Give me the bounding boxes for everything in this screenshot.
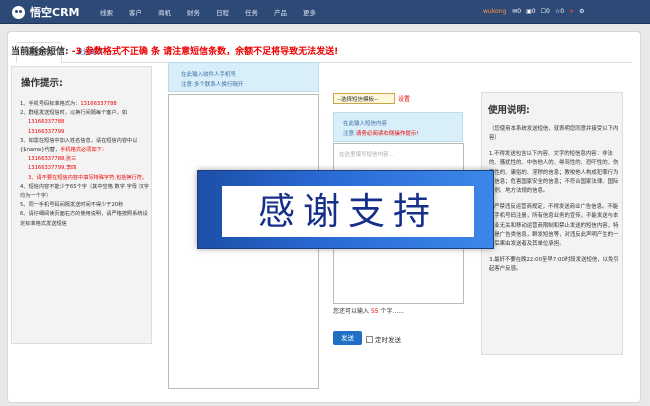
nav-item-schedule[interactable]: 日程 [216,7,229,17]
message-placeholder: 在这里填写短信内容... [339,152,394,158]
top-nav-bar: 悟空CRM 线索 客户 商机 财务 日程 任务 产品 更多 wukong ✉0 … [0,0,650,24]
content-hint-line2: 注意:请务必阅读右侧操作提示! [343,129,419,137]
tips-line: 4、短信内容不能少于65个字（其中空格 数字 字母 汉字均为一个字） [20,183,150,201]
tips-line-text: 5、同一手机号码间隔发送时间不得少于20秒 [20,202,124,209]
star-count: 0 [560,8,565,15]
message-count: 0 [517,8,522,15]
recipients-hint-line2: 注意:多个联系人换行隔开 [181,82,244,88]
sms-balance-warning: -3 参数格式不正确 条 请注意短信条数，余额不足将导致无法发送! [71,47,339,57]
thanks-overlay-banner: 感谢支持 [197,170,494,249]
usage-instructions-panel: 使用说明: （您使用本系统发送短信，就表明您同意并接受以下内容） 1.不得发送包含… [481,92,623,355]
char-count-suffix: 个字...... [380,308,404,315]
recipients-hint-line1: 在此输入收件人手机号 [181,72,237,78]
recipients-hint: 在此输入收件人手机号 注意:多个联系人换行隔开 [168,62,319,92]
usage-paragraph: 1.不得发送包含以下内容、文字的短信息内容：非法的、骚扰性的、中伤他人的、辱骂性… [489,150,619,195]
timed-send-checkbox[interactable] [366,335,373,343]
sms-balance-label: 当前剩余短信: [11,47,69,57]
usage-title: 使用说明: [488,105,530,116]
nav-item-customers[interactable]: 客户 [129,7,142,17]
tips-line-highlight: 13166337788 [80,101,117,107]
tips-title: 操作提示: [21,78,63,89]
tips-line-text: 6、请仔细阅读页面右方的使用说明，请严格按照系统设定标准格式发送短信 [20,211,148,227]
tips-line-highlight: 13166337799,李四 [28,165,77,172]
nav-item-more[interactable]: 更多 [303,7,316,17]
tips-line: 3、请不要在短信内容中填写特殊字符,包括换行符。 [20,174,150,183]
monkey-logo-icon [12,5,25,19]
mail-icon[interactable]: ▣0 [526,8,536,15]
nav-item-tasks[interactable]: 任务 [245,7,258,17]
nav-item-finance[interactable]: 财务 [187,7,200,17]
user-menu[interactable]: wukong [483,8,506,15]
tips-line: 1、手机号码标准格式为：13166337788 [20,100,150,109]
user-bar: wukong ✉0 ▣0 ☐0 ☆0 + ⚙ [483,8,584,15]
content-hint-line1: 在此输入短信内容 [343,121,388,127]
tips-line: 13166337799,李四 [20,164,150,173]
usage-body: （您使用本系统发送短信，就表明您同意并接受以下内容） 1.不得发送包含以下内容、文… [489,125,621,281]
char-count-value: 55 [370,308,379,315]
app-logo[interactable]: 悟空CRM [12,4,80,20]
task-count: 0 [546,8,550,15]
settings-icon[interactable]: ⚙ [579,8,584,15]
app-name: 悟空CRM [30,6,80,19]
operation-tips-panel: 操作提示: 1、手机号码标准格式为：13166337788 2、群组发送短信时，以… [11,66,152,344]
content-hint-warning: 请务必阅读右侧操作提示! [355,131,419,137]
tips-line: 2、群组发送短信时，以换行间隔每个客户，如 [20,109,150,118]
main-nav: 线索 客户 商机 财务 日程 任务 产品 更多 [100,7,332,17]
tips-line-text: 2、群组发送短信时，以换行间隔每个客户，如 [20,110,128,117]
tips-line: 6、请仔细阅读页面右方的使用说明，请严格按照系统设定标准格式发送短信 [20,210,150,228]
add-button[interactable]: + [569,8,574,15]
nav-item-opportunities[interactable]: 商机 [158,7,171,17]
tips-line-text: 4、短信内容不能少于65个字（其中空格 数字 字母 汉字均为一个字） [20,183,149,200]
message-icon[interactable]: ✉0 [512,8,521,15]
char-count-prefix: 您还可以输入 [333,308,370,315]
thanks-overlay-inner: 感谢支持 [222,186,474,237]
char-count: 您还可以输入 55 个字...... [333,306,404,315]
content-hint-prefix: 注意: [343,131,356,137]
template-settings-link[interactable]: 设置 [398,94,410,103]
task-icon[interactable]: ☐0 [541,8,550,15]
tips-line: 13166337788,张三 [20,155,150,164]
tips-line: 5、同一手机号码间隔发送时间不得少于20秒 [20,201,150,210]
tips-line: 13166337788 [20,118,150,127]
tips-line-highlight: 13166337788 [28,119,65,126]
tips-line-text: 1、手机号码标准格式为： [20,101,81,107]
tips-line-highlight: 手机格式必须如下： [60,147,107,154]
tips-line: 13166337799 [20,128,150,137]
timed-send-toggle[interactable]: 定时发送 [366,334,401,344]
tips-line: 3、如需在短信中加入姓名信息，请在短信内容中以{$name}代替，手机格式必须如… [20,137,150,155]
tips-line-highlight: 13166337788,张三 [28,156,77,163]
content-hint: 在此输入短信内容 注意:请务必阅读右侧操作提示! [333,112,463,142]
nav-item-leads[interactable]: 线索 [100,7,113,17]
tips-line-highlight: 3、请不要在短信内容中填写特殊字符,包括换行符。 [28,174,148,181]
tips-line-highlight: 13166337799 [28,128,65,135]
sms-balance-status: 当前剩余短信: -3 参数格式不正确 条 请注意短信条数，余额不足将导致无法发送… [11,44,338,57]
mail-count: 0 [531,8,536,15]
send-button[interactable]: 发送 [333,331,362,345]
tips-body: 1、手机号码标准格式为：13166337788 2、群组发送短信时，以换行间隔每个… [20,100,150,229]
template-select[interactable]: --选择短信模板-- [333,93,395,104]
nav-item-products[interactable]: 产品 [274,7,287,17]
star-icon[interactable]: ☆0 [555,8,564,15]
usage-paragraph: 3.最好不要在晚22:00至早7:00时段发送短信，以免引起客户反感。 [489,256,619,273]
usage-paragraph: （您使用本系统发送短信，就表明您同意并接受以下内容） [489,126,619,142]
timed-send-label: 定时发送 [375,336,401,344]
usage-paragraph: 2.严禁违反运营商规定，不得发送商业广告信息。不能发手机号码注册，所有信息业务的… [489,203,619,248]
thanks-overlay-text: 感谢支持 [258,190,438,233]
